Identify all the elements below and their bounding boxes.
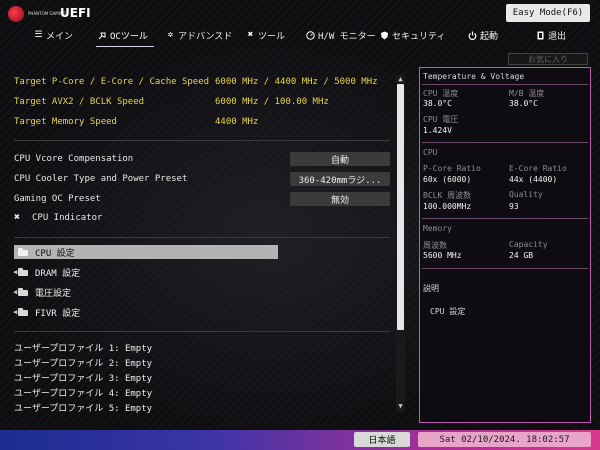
- folder-fivr-settings[interactable]: ◀ FIVR 設定: [13, 305, 278, 319]
- cpu-volt-value: 1.424V: [423, 126, 452, 135]
- active-tab-underline: [96, 46, 154, 47]
- target-row: Target AVX2 / BCLK Speed 6000 MHz / 100.…: [14, 97, 329, 107]
- user-profile-2[interactable]: ユーザープロファイル 2: Empty: [14, 356, 152, 369]
- mem-capacity-value: 24 GB: [509, 251, 534, 260]
- user-profile-1[interactable]: ユーザープロファイル 1: Empty: [14, 341, 152, 354]
- folder-icon: [16, 248, 32, 256]
- main-nav: ☰ メイン OCツール ✲ アドバンスド ✖ ツール H/W モニター セキュリ…: [0, 27, 600, 45]
- power-icon: [468, 31, 477, 40]
- bclk-value: 100.000MHz: [423, 202, 472, 211]
- tools-icon: ✖: [14, 212, 21, 223]
- ecore-ratio-value: 44x (4400): [509, 175, 558, 184]
- panel-divider: [422, 142, 588, 143]
- setting-cpu-indicator[interactable]: ✖ CPU Indicator: [14, 210, 392, 224]
- cpu-temp-value: 38.0°C: [423, 99, 452, 108]
- folder-cpu-settings[interactable]: CPU 設定: [14, 245, 278, 259]
- description-title: 説明: [423, 284, 439, 293]
- panel-title: Temperature & Voltage: [423, 72, 525, 81]
- exit-icon: [536, 31, 545, 40]
- divider: [14, 140, 390, 141]
- mb-temp-value: 38.0°C: [509, 99, 538, 108]
- tab-advanced[interactable]: ✲ アドバンスド: [166, 29, 233, 43]
- mb-temp-label: M/B 温度: [509, 89, 545, 98]
- setting-cpu-cooler-preset[interactable]: CPU Cooler Type and Power Preset 360-420…: [14, 172, 392, 186]
- tab-main[interactable]: ☰ メイン: [34, 29, 73, 43]
- tab-oc-tools[interactable]: OCツール: [98, 29, 148, 42]
- cpu-section-title: CPU: [423, 148, 438, 157]
- quality-label: Quality: [509, 190, 543, 199]
- divider: [14, 331, 390, 332]
- user-profile-5[interactable]: ユーザープロファイル 5: Empty: [14, 401, 152, 414]
- scroll-up-arrow-icon[interactable]: ▲: [396, 75, 405, 83]
- easy-mode-button[interactable]: Easy Mode(F6): [506, 4, 590, 22]
- logo: PHANTOM GAMING UEFI: [8, 6, 91, 22]
- shield-icon: [380, 31, 389, 40]
- monitor-icon: [306, 31, 315, 40]
- scrollbar-thumb[interactable]: [397, 84, 404, 330]
- star-icon: ✲: [167, 30, 174, 40]
- user-profile-3[interactable]: ユーザープロファイル 3: Empty: [14, 371, 152, 384]
- setting-value-box[interactable]: 360-420mmラジ...: [290, 172, 390, 186]
- cpu-temp-label: CPU 温度: [423, 89, 459, 98]
- folder-voltage-settings[interactable]: ◀ 電圧設定: [13, 285, 278, 299]
- user-profile-4[interactable]: ユーザープロファイル 4: Empty: [14, 386, 152, 399]
- tab-security[interactable]: セキュリティ: [380, 29, 445, 42]
- tab-boot[interactable]: 起動: [468, 29, 498, 42]
- folder-icon: ◀: [13, 268, 32, 276]
- rocket-icon: [98, 31, 107, 40]
- setting-cpu-vcore-compensation[interactable]: CPU Vcore Compensation 自動: [14, 152, 392, 166]
- panel-divider: [422, 84, 588, 85]
- hardware-status-panel: Temperature & Voltage CPU 温度 38.0°C M/B …: [419, 67, 591, 423]
- list-icon: ☰: [34, 30, 43, 40]
- logo-mark-icon: [8, 6, 24, 22]
- logo-uefi: UEFI: [60, 6, 91, 20]
- folder-icon: ◀: [13, 308, 32, 316]
- pcore-ratio-label: P-Core Ratio: [423, 164, 481, 173]
- panel-divider: [422, 218, 588, 219]
- tools-icon: ✖: [247, 30, 254, 40]
- bclk-label: BCLK 周波数: [423, 191, 472, 200]
- favorites-button[interactable]: お気に入り: [508, 53, 588, 65]
- pcore-ratio-value: 60x (6000): [423, 175, 472, 184]
- cpu-volt-label: CPU 電圧: [423, 115, 459, 124]
- divider: [14, 237, 390, 238]
- ecore-ratio-label: E-Core Ratio: [509, 164, 567, 173]
- setting-value-box[interactable]: 自動: [290, 152, 390, 166]
- scroll-down-arrow-icon[interactable]: ▼: [396, 402, 405, 410]
- setting-gaming-oc-preset[interactable]: Gaming OC Preset 無効: [14, 192, 392, 206]
- description-text: CPU 設定: [430, 307, 466, 316]
- datetime-display[interactable]: Sat 02/10/2024. 18:02:57: [418, 432, 591, 447]
- setting-value-box[interactable]: 無効: [290, 192, 390, 206]
- tab-exit[interactable]: 退出: [536, 29, 566, 42]
- mem-capacity-label: Capacity: [509, 240, 548, 249]
- folder-icon: ◀: [13, 288, 32, 296]
- mem-freq-value: 5600 MHz: [423, 251, 462, 260]
- folder-dram-settings[interactable]: ◀ DRAM 設定: [13, 265, 278, 279]
- mem-freq-label: 周波数: [423, 241, 447, 250]
- panel-divider: [422, 268, 588, 269]
- memory-section-title: Memory: [423, 224, 452, 233]
- quality-value: 93: [509, 202, 519, 211]
- language-button[interactable]: 日本語: [354, 432, 410, 447]
- tab-hw-monitor[interactable]: H/W モニター: [306, 29, 376, 42]
- target-row: Target P-Core / E-Core / Cache Speed 600…: [14, 77, 378, 87]
- tab-tools[interactable]: ✖ ツール: [246, 29, 285, 43]
- target-row: Target Memory Speed 4400 MHz: [14, 117, 259, 127]
